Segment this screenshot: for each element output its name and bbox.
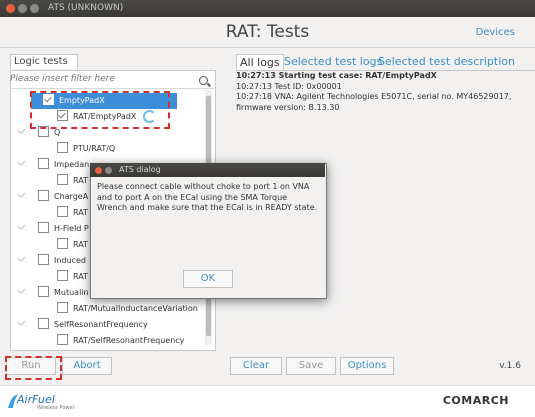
- test-checkbox[interactable]: [57, 142, 68, 153]
- filter-input[interactable]: [10, 72, 196, 86]
- dialog-close-button[interactable]: [95, 167, 102, 174]
- tab-logic-tests[interactable]: Logic tests: [10, 54, 78, 69]
- test-checkbox[interactable]: [38, 222, 49, 233]
- tree-item-label: RAT: [73, 208, 88, 217]
- test-checkbox[interactable]: [57, 238, 68, 249]
- log-line: 10:27:13 Test ID: 0x00001: [236, 81, 342, 91]
- test-checkbox[interactable]: [57, 206, 68, 217]
- test-checkbox[interactable]: [38, 318, 49, 329]
- page-title: RAT: Tests: [225, 22, 310, 42]
- filter-divider: [10, 88, 214, 89]
- log-line: 10:27:18 VNA: Agilent Technologies E5071…: [236, 92, 512, 112]
- window-title: ATS (UNKNOWN): [48, 3, 124, 13]
- dialog-title: ATS dialog: [119, 165, 161, 174]
- test-checkbox[interactable]: [38, 190, 49, 201]
- tree-item-label: RAT/MutualInductanceVariation: [73, 304, 198, 313]
- header-divider: [0, 47, 535, 48]
- test-checkbox[interactable]: [38, 254, 49, 265]
- dialog-ok-button[interactable]: OK: [183, 270, 233, 288]
- window-minimize-button[interactable]: [18, 4, 27, 13]
- tree-item-label: RAT: [73, 240, 88, 249]
- save-button[interactable]: Save: [286, 357, 336, 375]
- chevron-down-icon[interactable]: [17, 318, 26, 326]
- log-line: 10:27:13 Starting test case: RAT/EmptyPa…: [236, 71, 437, 80]
- tab-selected-test-description[interactable]: Selected test description: [378, 54, 515, 69]
- airfuel-logo-subtitle: Wireless Power: [37, 405, 75, 411]
- test-checkbox[interactable]: [38, 158, 49, 169]
- abort-button[interactable]: Abort: [62, 357, 112, 375]
- test-checkbox[interactable]: [57, 334, 68, 345]
- test-checkbox[interactable]: [57, 270, 68, 281]
- chevron-down-icon[interactable]: [17, 158, 26, 166]
- tree-group-item[interactable]: SelfResonantFrequency: [11, 317, 205, 333]
- test-checkbox[interactable]: [38, 286, 49, 297]
- chevron-down-icon[interactable]: [17, 126, 26, 134]
- tree-test-item[interactable]: PTU/RAT/Q: [11, 141, 205, 157]
- window-close-button[interactable]: [6, 4, 15, 13]
- highlight-run-button: [5, 356, 62, 380]
- devices-link[interactable]: Devices: [476, 27, 515, 38]
- tab-all-logs[interactable]: All logs: [236, 54, 284, 70]
- tree-item-label: RAT: [73, 272, 88, 281]
- tree-item-label: Impedan: [54, 160, 90, 169]
- chevron-down-icon[interactable]: [17, 190, 26, 198]
- comarch-logo: COMARCH: [442, 394, 509, 407]
- tree-item-label: SelfResonantFrequency: [54, 320, 148, 329]
- dialog-minimize-button[interactable]: [105, 167, 112, 174]
- clear-button[interactable]: Clear: [230, 357, 282, 375]
- tree-item-label: RAT/SelfResonantFrequency: [73, 336, 185, 345]
- tree-item-label: RAT: [73, 176, 88, 185]
- test-checkbox[interactable]: [57, 302, 68, 313]
- tree-item-label: H-Field P: [54, 224, 89, 233]
- tree-test-item[interactable]: RAT/SelfResonantFrequency: [11, 333, 205, 349]
- tree-item-label: PTU/RAT/Q: [73, 144, 116, 153]
- search-icon[interactable]: [199, 76, 208, 85]
- test-checkbox[interactable]: [57, 174, 68, 185]
- options-button[interactable]: Options: [340, 357, 394, 375]
- chevron-down-icon[interactable]: [17, 254, 26, 262]
- tree-item-label: Q: [54, 128, 61, 137]
- tree-test-item[interactable]: RAT/MutualInductanceVariation: [11, 301, 205, 317]
- tab-selected-test-logs[interactable]: Selected test logs: [284, 54, 382, 69]
- chevron-down-icon[interactable]: [17, 286, 26, 294]
- window-maximize-button[interactable]: [30, 4, 39, 13]
- dialog-message: Please connect cable without choke to po…: [97, 182, 318, 212]
- log-output: 10:27:13 Starting test case: RAT/EmptyPa…: [236, 71, 524, 113]
- tree-item-label: Mutualin: [54, 288, 89, 297]
- chevron-down-icon[interactable]: [17, 222, 26, 230]
- highlight-selected-test: [30, 91, 170, 129]
- tree-item-label: ChargeA: [54, 192, 89, 201]
- tree-item-label: Induced: [54, 256, 86, 265]
- version-label: v.1.6: [499, 361, 521, 371]
